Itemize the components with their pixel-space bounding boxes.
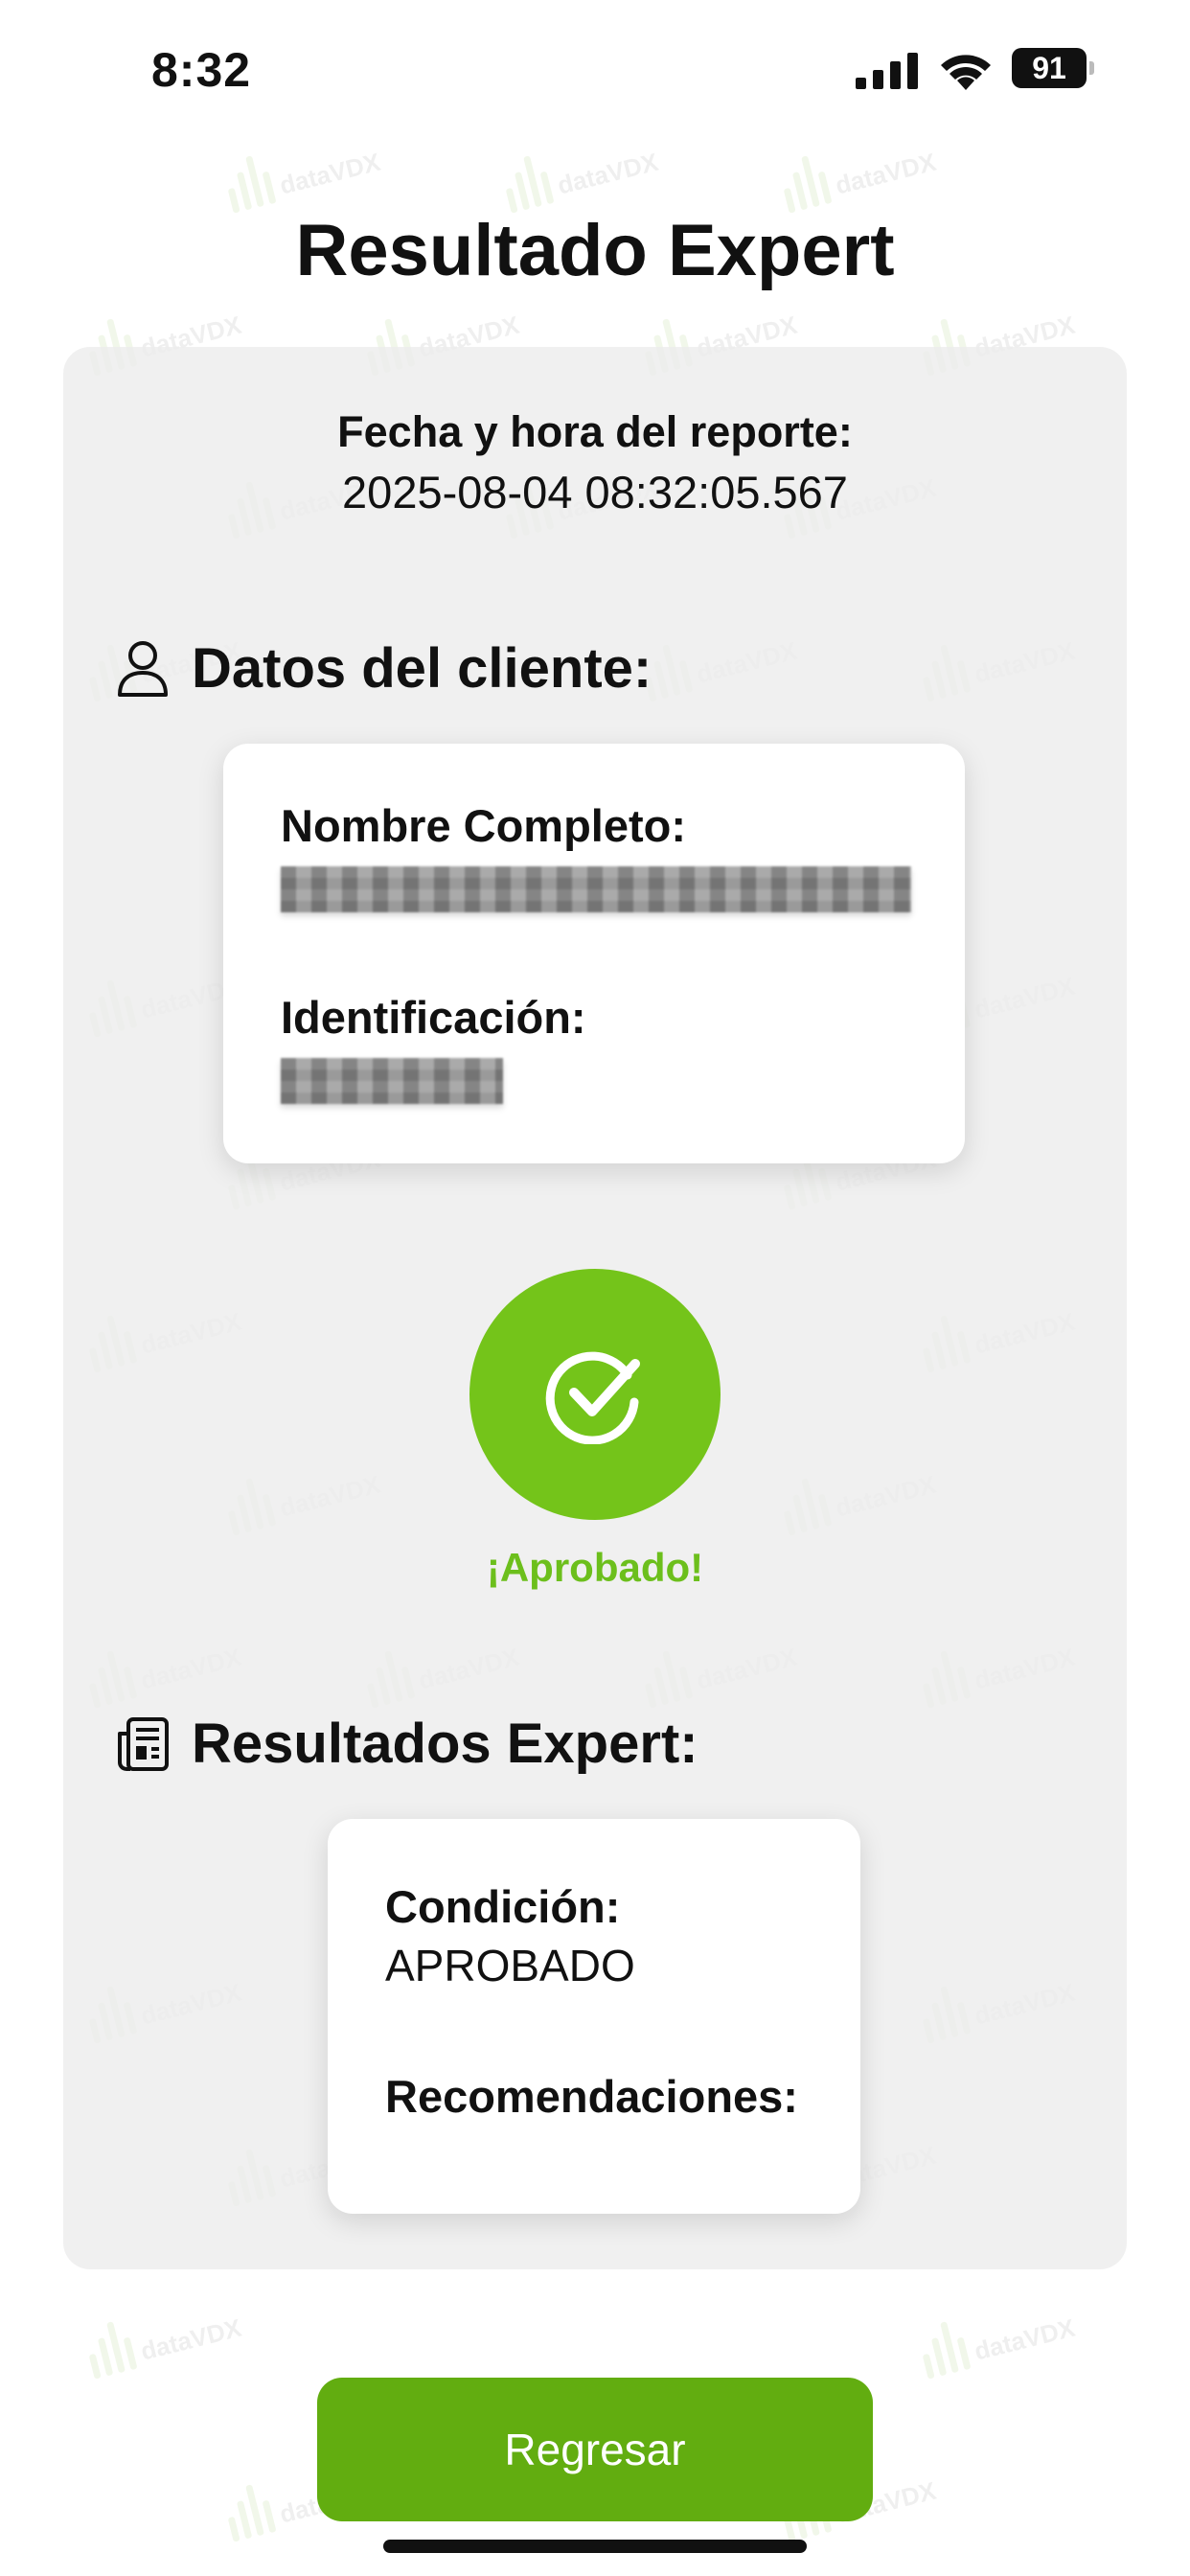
status-bar: 8:32 91 xyxy=(0,0,1190,144)
recommendations-label: Recomendaciones: xyxy=(385,2071,798,2122)
watermark-logo: dataVDX xyxy=(82,2291,244,2380)
battery-level: 91 xyxy=(1032,50,1066,85)
cellular-signal-icon xyxy=(856,53,918,89)
identification-label: Identificación: xyxy=(281,992,586,1043)
wifi-icon xyxy=(941,55,991,90)
back-button[interactable]: Regresar xyxy=(317,2378,873,2521)
condition-label: Condición: xyxy=(385,1881,621,1932)
client-section-title: Datos del cliente: xyxy=(192,637,652,700)
expert-section-title: Resultados Expert: xyxy=(192,1713,698,1775)
identification-value-redacted xyxy=(281,1058,503,1104)
client-section-header: Datos del cliente: xyxy=(115,636,652,701)
watermark-logo: dataVDX xyxy=(916,2291,1078,2380)
status-time: 8:32 xyxy=(151,43,252,97)
person-icon xyxy=(118,640,168,697)
battery-icon: 91 xyxy=(1012,48,1094,88)
approval-status-badge xyxy=(469,1269,721,1520)
page-title: Resultado Expert xyxy=(295,210,895,291)
report-date-value: 2025-08-04 08:32:05.567 xyxy=(342,467,848,518)
newspaper-icon xyxy=(118,1716,169,1771)
client-card: Nombre Completo: Identificación: xyxy=(223,744,965,1163)
expert-results-card: Condición: APROBADO Recomendaciones: xyxy=(328,1819,860,2214)
home-indicator[interactable] xyxy=(383,2540,807,2553)
approval-status-text: ¡Aprobado! xyxy=(486,1545,704,1590)
expert-section-header: Resultados Expert: xyxy=(115,1712,698,1776)
full-name-value-redacted xyxy=(281,866,911,912)
check-circle-icon xyxy=(545,1351,640,1444)
condition-value: APROBADO xyxy=(385,1941,635,1990)
full-name-label: Nombre Completo: xyxy=(281,800,686,851)
report-date-label: Fecha y hora del reporte: xyxy=(337,407,853,456)
